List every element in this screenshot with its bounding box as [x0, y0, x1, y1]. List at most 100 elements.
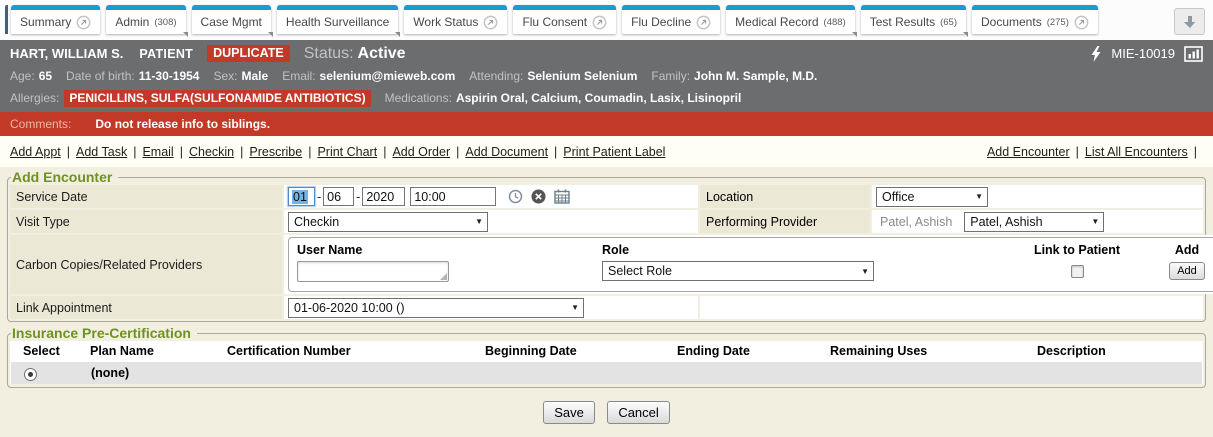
add-encounter-title: Add Encounter [11, 169, 118, 185]
link-print-patient-label[interactable]: Print Patient Label [563, 145, 665, 159]
medications-value: Aspirin Oral, Calcium, Coumadin, Lasix, … [456, 91, 741, 105]
tab-label: Summary [20, 15, 71, 29]
action-links-bar: Add Appt Add Task Email Checkin Prescrib… [0, 136, 1213, 167]
link-add-appt[interactable]: Add Appt [10, 145, 76, 159]
tab-label: Admin [115, 15, 149, 29]
tab-overflow-button[interactable] [1174, 8, 1205, 35]
age-label: Age: [10, 69, 35, 83]
link-email[interactable]: Email [142, 145, 189, 159]
link-appointment-select[interactable]: 01-06-2020 10:00 () ▼ [288, 298, 584, 318]
tab-label: Health Surveillance [286, 15, 389, 29]
insurance-title: Insurance Pre-Certification [11, 325, 197, 341]
precert-none-radio[interactable] [24, 368, 37, 381]
popup-icon[interactable] [592, 15, 607, 30]
cancel-button[interactable]: Cancel [607, 401, 669, 424]
tab-admin[interactable]: Admin (308) [106, 5, 185, 34]
service-date-row: Service Date 01 - 06 - 2020 10:00 [10, 185, 1203, 208]
save-button[interactable]: Save [543, 401, 595, 424]
duplicate-badge[interactable]: DUPLICATE [207, 45, 290, 62]
chevron-down-icon: ▼ [475, 217, 483, 226]
sex-label: Sex: [213, 69, 237, 83]
link-checkin[interactable]: Checkin [189, 145, 249, 159]
popup-icon[interactable] [1074, 15, 1089, 30]
tab-test-results[interactable]: Test Results (65) [861, 5, 966, 34]
dob-value: 11-30-1954 [139, 69, 200, 83]
service-date-day-input[interactable]: 06 [323, 187, 354, 206]
location-select[interactable]: Office ▼ [876, 187, 988, 207]
popup-icon[interactable] [76, 15, 91, 30]
popup-icon[interactable] [483, 15, 498, 30]
chevron-down-icon: ▼ [861, 267, 869, 276]
medications-label: Medications: [385, 91, 452, 105]
patient-name: HART, WILLIAM S. [10, 46, 123, 61]
dob-label: Date of birth: [66, 69, 135, 83]
tab-flu-decline[interactable]: Flu Decline [622, 5, 720, 34]
add-carbon-copy-button[interactable]: Add [1169, 262, 1205, 280]
email-label: Email: [282, 69, 315, 83]
footer-actions: Save Cancel [7, 401, 1206, 424]
link-add-task[interactable]: Add Task [76, 145, 142, 159]
col-certification-number: Certification Number [227, 344, 485, 358]
tab-label: Work Status [413, 15, 478, 29]
lightning-bolt-icon[interactable] [1090, 46, 1102, 62]
link-print-chart[interactable]: Print Chart [317, 145, 392, 159]
clock-icon[interactable] [508, 189, 523, 204]
link-add-encounter[interactable]: Add Encounter [987, 145, 1085, 159]
down-arrow-icon [1183, 15, 1197, 29]
link-add-document[interactable]: Add Document [465, 145, 563, 159]
tab-sliver [5, 5, 8, 34]
tab-case-mgmt[interactable]: Case Mgmt [192, 5, 271, 34]
user-name-header: User Name [297, 243, 602, 257]
link-list-all-encounters[interactable]: List All Encounters [1085, 145, 1203, 159]
tab-label: Flu Consent [522, 15, 587, 29]
comments-label: Comments: [10, 117, 71, 131]
link-to-patient-header: Link to Patient [1002, 243, 1152, 257]
add-header: Add [1152, 243, 1213, 257]
tab-label: Case Mgmt [201, 15, 262, 29]
patient-header: HART, WILLIAM S. PATIENT DUPLICATE Statu… [0, 40, 1213, 112]
performing-provider-select[interactable]: Patel, Ashish ▼ [964, 212, 1104, 232]
chevron-down-icon: ▼ [1091, 217, 1099, 226]
link-appointment-row: Link Appointment 01-06-2020 10:00 () ▼ [10, 296, 1203, 319]
visit-type-label: Visit Type [10, 210, 282, 233]
service-date-year-input[interactable]: 2020 [362, 187, 405, 206]
link-to-patient-checkbox[interactable] [1071, 265, 1084, 278]
tab-work-status[interactable]: Work Status [404, 5, 507, 34]
allergies-badge[interactable]: PENICILLINS, SULFA(SULFONAMIDE ANTIBIOTI… [64, 90, 370, 107]
tab-bar: Summary Admin (308) Case Mgmt Health Sur… [0, 0, 1213, 40]
performing-provider-assigned: Patel, Ashish [880, 215, 952, 229]
role-select[interactable]: Select Role ▼ [602, 261, 874, 281]
popup-icon[interactable] [696, 15, 711, 30]
chevron-down-icon: ▼ [975, 192, 983, 201]
tab-label: Flu Decline [631, 15, 691, 29]
tab-documents[interactable]: Documents (275) [972, 5, 1098, 34]
service-date-month-input[interactable]: 01 [288, 187, 315, 206]
page: Summary Admin (308) Case Mgmt Health Sur… [0, 0, 1213, 437]
tab-medical-record[interactable]: Medical Record (488) [726, 5, 855, 34]
tab-summary[interactable]: Summary [11, 5, 100, 34]
plan-name-value: (none) [91, 366, 228, 380]
calendar-icon[interactable] [554, 189, 570, 204]
chevron-down-icon: ▼ [571, 303, 579, 312]
bar-chart-icon[interactable] [1184, 46, 1203, 62]
tab-count: (308) [154, 17, 176, 28]
service-time-input[interactable]: 10:00 [410, 187, 496, 206]
col-description: Description [1037, 344, 1203, 358]
tab-count: (488) [824, 17, 846, 28]
email-value: selenium@mieweb.com [320, 69, 456, 83]
tab-count: (65) [940, 17, 957, 28]
visit-type-select[interactable]: Checkin ▼ [288, 212, 488, 232]
user-name-input[interactable] [297, 261, 449, 282]
service-date-label: Service Date [10, 185, 282, 208]
tab-flu-consent[interactable]: Flu Consent [513, 5, 616, 34]
tab-health-surveillance[interactable]: Health Surveillance [277, 5, 398, 34]
link-add-order[interactable]: Add Order [392, 145, 465, 159]
attending-label: Attending: [469, 69, 523, 83]
col-ending-date: Ending Date [677, 344, 830, 358]
clear-date-icon[interactable] [531, 189, 546, 204]
carbon-copies-row: Carbon Copies/Related Providers User Nam… [10, 235, 1203, 294]
link-appointment-label: Link Appointment [10, 296, 282, 319]
tab-label: Medical Record [735, 15, 818, 29]
link-prescribe[interactable]: Prescribe [249, 145, 317, 159]
tab-label: Documents [981, 15, 1042, 29]
